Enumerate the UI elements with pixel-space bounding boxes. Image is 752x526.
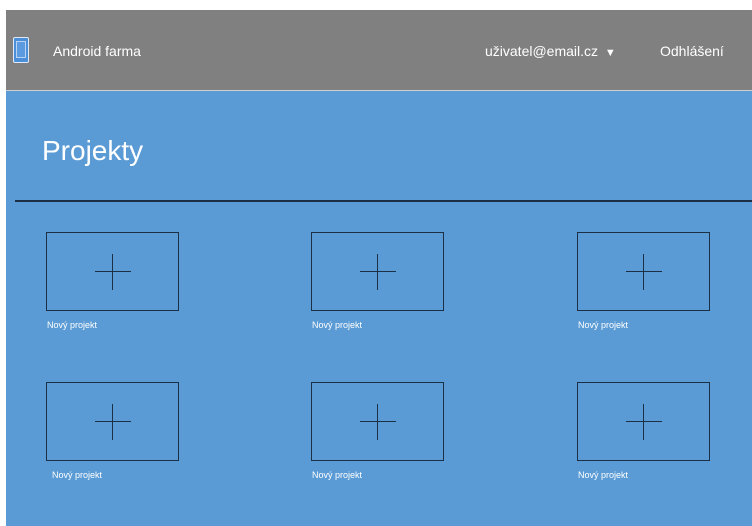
user-menu[interactable]: uživatel@email.cz ▼: [485, 43, 616, 59]
new-project-box[interactable]: [46, 232, 179, 311]
title-divider: [15, 200, 752, 202]
tablet-screen: [16, 41, 26, 58]
new-project-label: Nový projekt: [312, 470, 363, 480]
chevron-down-icon: ▼: [604, 47, 616, 59]
new-project-tile[interactable]: Nový projekt: [577, 382, 710, 480]
user-email: uživatel@email.cz: [485, 43, 599, 59]
new-project-label: Nový projekt: [578, 470, 629, 480]
new-project-tile[interactable]: Nový projekt: [311, 382, 444, 480]
new-project-box[interactable]: [311, 382, 444, 461]
tablet-icon: [13, 37, 29, 63]
plus-icon: [359, 253, 396, 290]
app-title: Android farma: [53, 43, 141, 59]
new-project-box[interactable]: [46, 382, 179, 461]
new-project-tile[interactable]: Nový projekt: [46, 232, 179, 330]
main-content: Projekty Nový projekt Nový projekt Nový …: [6, 91, 752, 526]
plus-icon: [94, 253, 131, 290]
new-project-tile[interactable]: Nový projekt: [311, 232, 444, 330]
plus-icon: [625, 403, 662, 440]
app-frame: Android farma uživatel@email.cz ▼ Odhláš…: [6, 10, 752, 526]
new-project-label: Nový projekt: [52, 470, 103, 480]
new-project-label: Nový projekt: [578, 320, 629, 330]
logout-link[interactable]: Odhlášení: [660, 43, 724, 59]
new-project-tile[interactable]: Nový projekt: [577, 232, 710, 330]
plus-icon: [359, 403, 396, 440]
new-project-label: Nový projekt: [47, 320, 98, 330]
page-title: Projekty: [42, 135, 144, 166]
new-project-tile[interactable]: Nový projekt: [46, 382, 179, 480]
new-project-box[interactable]: [311, 232, 444, 311]
new-project-label: Nový projekt: [312, 320, 363, 330]
plus-icon: [625, 253, 662, 290]
top-bar: Android farma uživatel@email.cz ▼ Odhláš…: [6, 10, 752, 91]
plus-icon: [94, 403, 131, 440]
new-project-box[interactable]: [577, 382, 710, 461]
new-project-box[interactable]: [577, 232, 710, 311]
